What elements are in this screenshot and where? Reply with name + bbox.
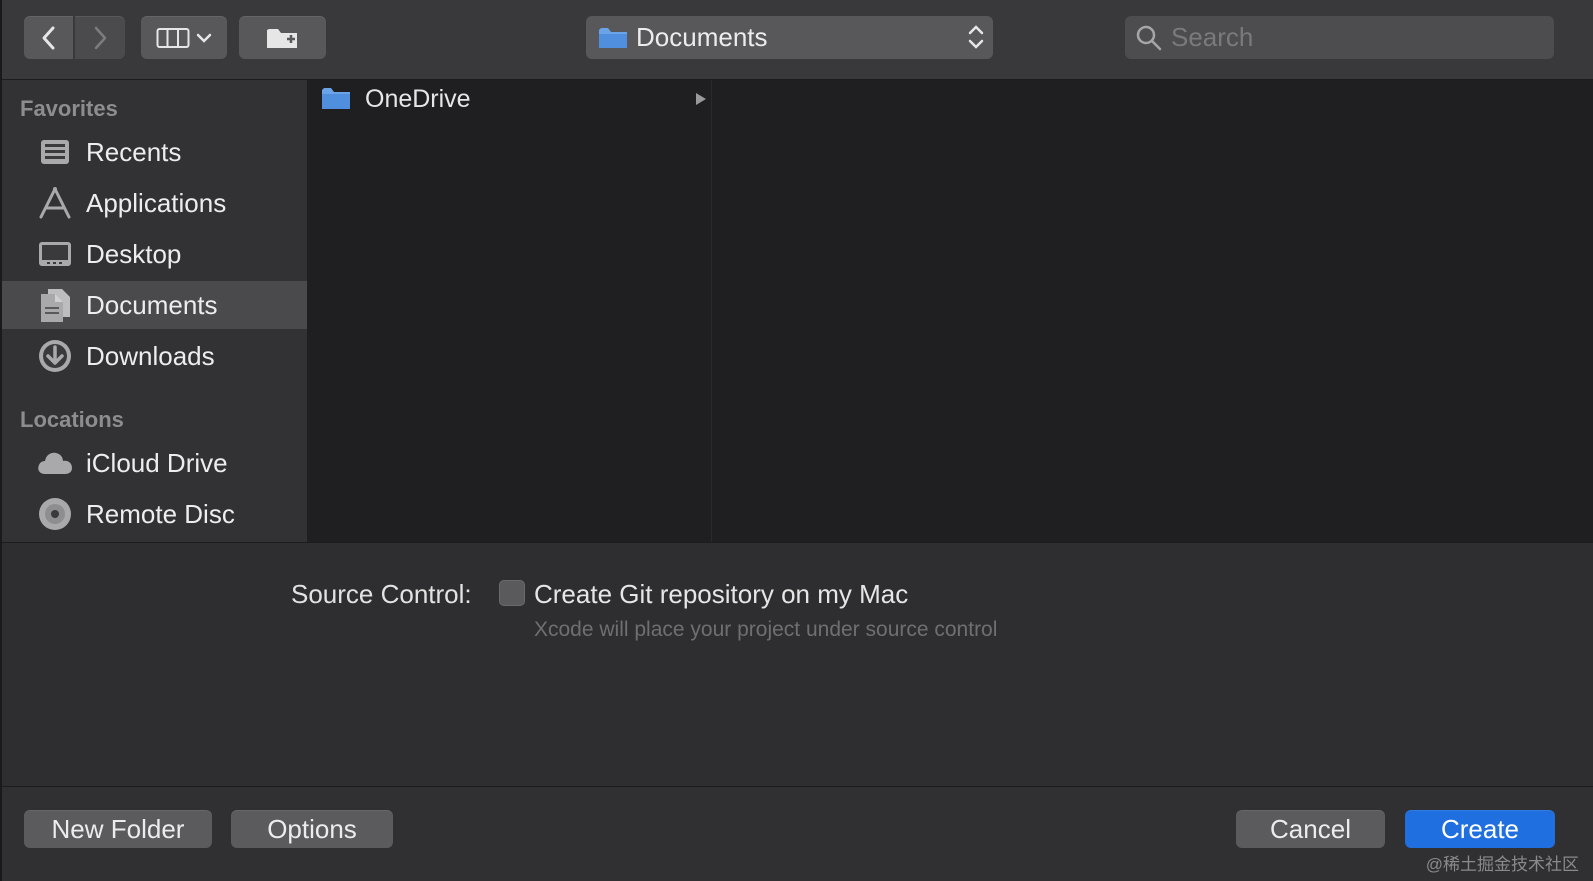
- sidebar-item-remote-disc[interactable]: Remote Disc: [2, 490, 307, 538]
- chevron-down-icon: [196, 33, 212, 43]
- sidebar-item-label: Remote Disc: [86, 498, 235, 529]
- updown-chevron-icon: [968, 25, 984, 49]
- sidebar-item-label: iCloud Drive: [86, 447, 228, 478]
- sidebar-item-documents[interactable]: Documents: [2, 281, 307, 329]
- git-hint-text: Xcode will place your project under sour…: [534, 618, 998, 641]
- list-item[interactable]: OneDrive: [307, 82, 712, 116]
- sidebar-item-icloud-drive[interactable]: iCloud Drive: [2, 439, 307, 487]
- view-mode-button[interactable]: [141, 16, 227, 59]
- save-dialog: Documents Favorites Recents Applications: [0, 0, 1593, 881]
- search-field[interactable]: [1125, 16, 1554, 59]
- applications-icon: [36, 184, 74, 222]
- git-repository-label[interactable]: Create Git repository on my Mac: [534, 579, 908, 610]
- downloads-icon: [36, 337, 74, 375]
- sidebar-item-downloads[interactable]: Downloads: [2, 332, 307, 380]
- source-control-label: Source Control:: [291, 579, 472, 609]
- disclosure-arrow-icon: [696, 93, 706, 105]
- git-repository-checkbox[interactable]: [499, 580, 525, 606]
- browser-column: OneDrive: [307, 80, 712, 542]
- sidebar: Favorites Recents Applications Desktop D…: [2, 80, 307, 542]
- location-popup[interactable]: Documents: [586, 16, 993, 59]
- back-button[interactable]: [24, 16, 73, 59]
- new-folder-toolbar-button[interactable]: [239, 16, 326, 59]
- sidebar-item-label: Downloads: [86, 340, 215, 371]
- create-button[interactable]: Create: [1405, 810, 1555, 848]
- folder-icon: [599, 27, 627, 48]
- locations-header: Locations: [20, 407, 124, 432]
- columns-view-icon: [156, 27, 190, 48]
- documents-icon: [36, 286, 74, 324]
- favorites-header: Favorites: [20, 96, 118, 121]
- recents-icon: [36, 133, 74, 171]
- watermark: @稀土掘金技术社区: [1425, 855, 1579, 874]
- forward-button[interactable]: [75, 16, 125, 59]
- file-browser: OneDrive: [307, 80, 1593, 542]
- search-input[interactable]: [1171, 22, 1541, 53]
- folder-icon: [322, 88, 350, 109]
- sidebar-item-label: Documents: [86, 289, 218, 320]
- search-icon: [1136, 25, 1162, 50]
- chevron-left-icon: [42, 26, 54, 49]
- disc-icon: [36, 495, 74, 533]
- sidebar-item-desktop[interactable]: Desktop: [2, 230, 307, 278]
- sidebar-item-recents[interactable]: Recents: [2, 128, 307, 176]
- cancel-button[interactable]: Cancel: [1236, 810, 1385, 848]
- new-folder-button[interactable]: New Folder: [24, 810, 212, 848]
- project-options-panel: Source Control: Create Git repository on…: [2, 542, 1593, 786]
- sidebar-item-applications[interactable]: Applications: [2, 179, 307, 227]
- desktop-icon: [36, 235, 74, 273]
- sidebar-item-label: Applications: [86, 187, 227, 218]
- sidebar-item-label: Recents: [86, 136, 182, 167]
- new-folder-icon: [266, 28, 297, 48]
- location-label: Documents: [636, 22, 768, 52]
- options-button[interactable]: Options: [231, 810, 393, 848]
- toolbar: Documents: [2, 0, 1593, 80]
- cloud-icon: [36, 444, 74, 482]
- list-item-label: OneDrive: [365, 84, 471, 113]
- bottom-bar: New Folder Options Cancel Create @稀土掘金技术…: [2, 786, 1593, 881]
- chevron-right-icon: [94, 26, 107, 49]
- sidebar-item-label: Desktop: [86, 238, 182, 269]
